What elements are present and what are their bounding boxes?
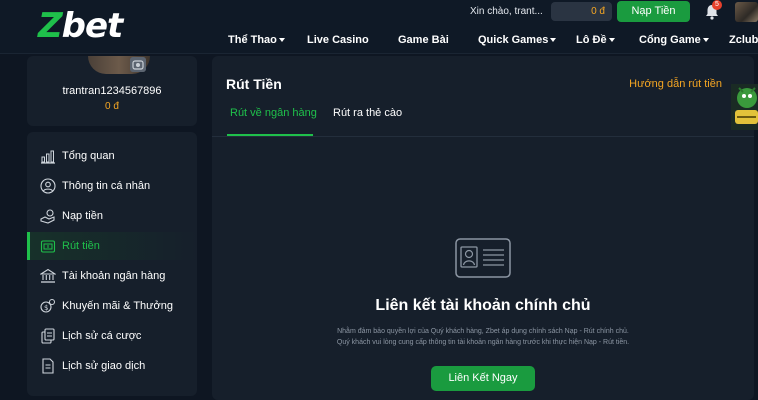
withdraw-icon xyxy=(40,240,56,253)
id-card-icon xyxy=(455,238,511,278)
empty-state-title: Liên kết tài khoản chính chủ xyxy=(375,297,591,314)
nav-item-live-casino[interactable]: Live Casino xyxy=(307,34,369,46)
menu-item-khuyen-mai-thuong[interactable]: $ Khuyến mãi & Thưởng xyxy=(27,292,197,320)
menu-item-rut-tien[interactable]: Rút tiền xyxy=(27,232,197,260)
chevron-down-icon xyxy=(550,38,557,43)
empty-state-description: Nhằm đảm bảo quyền lợi của Quý khách hàn… xyxy=(336,328,630,346)
nav-item-lo-de[interactable]: Lô Đề xyxy=(576,34,615,46)
deposit-button[interactable]: Nạp Tiền xyxy=(617,1,690,22)
menu-item-tai-khoan-ngan-hang[interactable]: Tài khoản ngân hàng xyxy=(27,262,197,290)
header-balance: 0 đ xyxy=(551,2,612,21)
withdraw-guide-link[interactable]: Hướng dẫn rút tiền xyxy=(629,78,722,90)
menu-item-lich-su-giao-dich[interactable]: Lịch sử giao dịch xyxy=(27,352,197,380)
nav-item-cong-game[interactable]: Cổng Game xyxy=(639,34,709,46)
chevron-down-icon xyxy=(608,38,615,43)
menu-item-tong-quan[interactable]: Tổng quan xyxy=(27,142,197,170)
chevron-down-icon xyxy=(702,38,709,43)
svg-text:$: $ xyxy=(44,304,48,312)
tab-rut-ra-the-cao[interactable]: Rút ra thẻ cào xyxy=(333,107,402,119)
history-bet-icon xyxy=(41,328,55,344)
bank-icon xyxy=(40,268,56,283)
profile-username: trantran1234567896 xyxy=(62,85,162,97)
profile-balance: 0 đ xyxy=(105,101,119,112)
top-header: Zbet Xin chào, trant... 0 đ Nạp Tiền 5 T… xyxy=(0,0,758,54)
nav-item-zclub[interactable]: Zclub xyxy=(729,34,758,46)
nav-item-quick-games[interactable]: Quick Games xyxy=(478,34,557,46)
link-account-button[interactable]: Liên Kết Ngay xyxy=(431,366,535,391)
chart-icon xyxy=(41,150,55,164)
tab-rut-ve-ngan-hang[interactable]: Rút về ngân hàng xyxy=(230,107,317,119)
gift-icon: $ xyxy=(40,299,55,313)
user-icon xyxy=(40,178,56,194)
withdraw-panel: Rút Tiền Hướng dẫn rút tiền Rút về ngân … xyxy=(212,56,754,400)
main-nav: Thể Thao Live Casino Game Bài Quick Game… xyxy=(0,34,758,50)
page-title: Rút Tiền xyxy=(226,76,282,92)
nav-item-game-bai[interactable]: Game Bài xyxy=(398,34,449,46)
menu-item-thong-tin-ca-nhan[interactable]: Thông tin cá nhân xyxy=(27,172,197,200)
nav-item-the-thao[interactable]: Thể Thao xyxy=(228,34,285,46)
chevron-down-icon xyxy=(278,38,285,43)
promo-mascot-icon[interactable] xyxy=(731,84,758,130)
tab-divider xyxy=(212,136,754,137)
greeting-text: Xin chào, trant... xyxy=(470,6,543,17)
menu-item-nap-tien[interactable]: Nạp tiền xyxy=(27,202,197,230)
user-avatar[interactable] xyxy=(735,2,758,22)
account-menu: Tổng quan Thông tin cá nhân Nạp tiền Rút… xyxy=(27,132,197,396)
camera-icon[interactable] xyxy=(130,57,146,72)
menu-item-lich-su-ca-cuoc[interactable]: Lịch sử cá cược xyxy=(27,322,197,350)
document-icon xyxy=(42,358,54,374)
notification-badge: 5 xyxy=(712,0,722,10)
hand-coin-icon xyxy=(40,209,55,224)
